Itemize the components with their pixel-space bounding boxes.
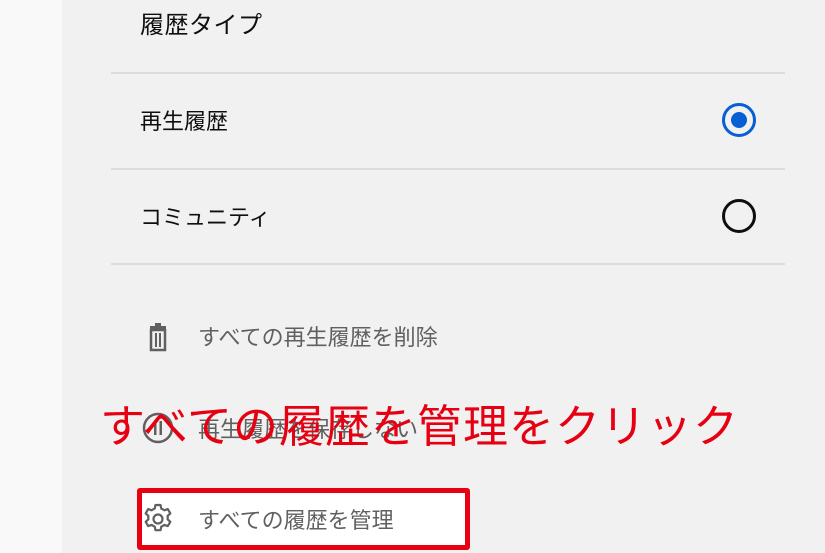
option-watch-history[interactable]: 再生履歴 <box>111 74 785 166</box>
gear-icon <box>144 503 172 532</box>
annotation-text: すべての履歴を管理をクリック <box>100 400 740 453</box>
option-community[interactable]: コミュニティ <box>111 170 785 262</box>
trash-icon <box>149 323 167 352</box>
option-community-label: コミュニティ <box>140 206 271 231</box>
option-watch-history-label: 再生履歴 <box>140 110 229 135</box>
clear-watch-history-label: すべての再生履歴を削除 <box>198 326 438 351</box>
clear-watch-history-button[interactable]: すべての再生履歴を削除 <box>140 311 438 361</box>
manage-all-history-label: すべての履歴を管理 <box>198 509 394 534</box>
divider <box>111 263 785 265</box>
manage-all-history-button[interactable]: すべての履歴を管理 <box>140 494 394 544</box>
left-gutter <box>0 0 62 553</box>
history-type-title: 履歴タイプ <box>140 11 263 39</box>
radio-community[interactable] <box>722 199 756 233</box>
radio-watch-history[interactable] <box>722 103 756 137</box>
